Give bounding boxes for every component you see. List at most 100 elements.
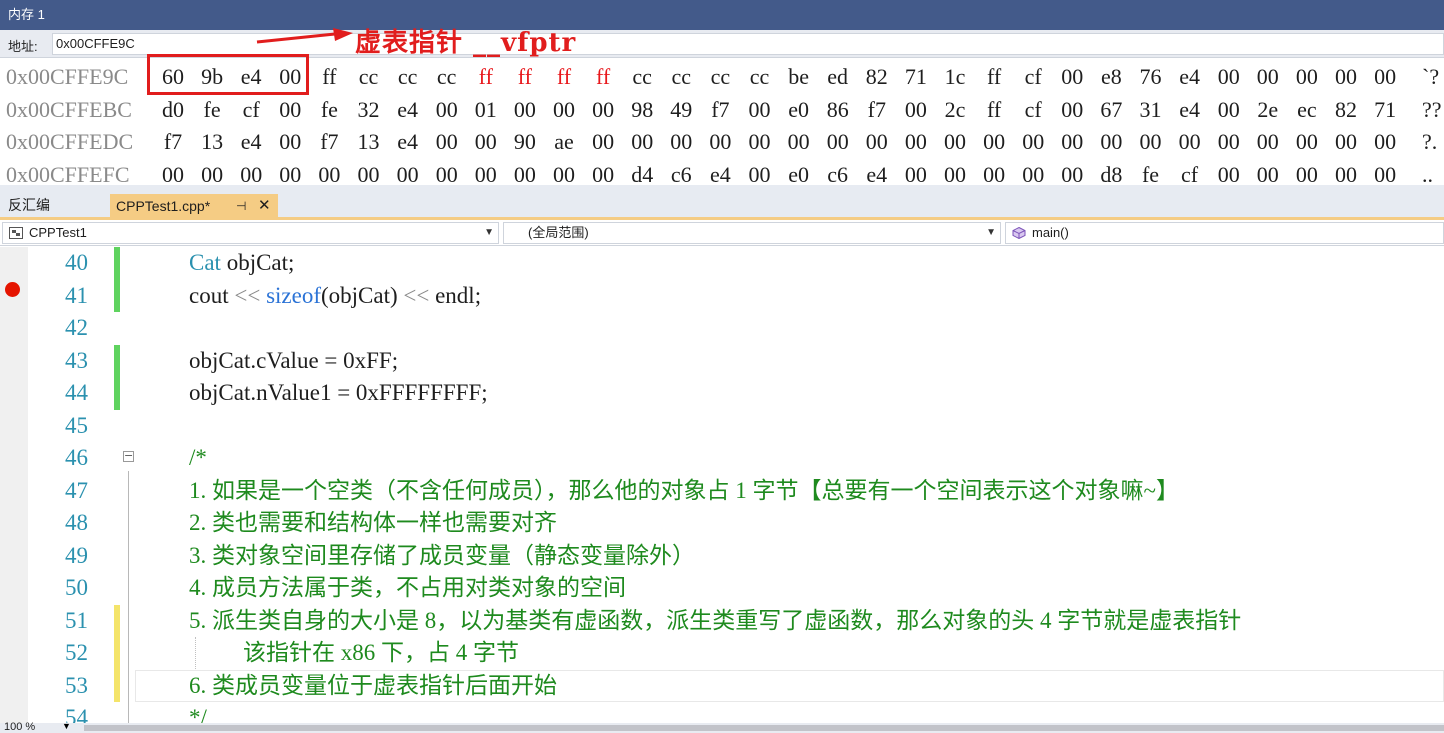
code-editor[interactable]: 40 Cat objCat; 41 cout << sizeof(objCat) <<… [0, 247, 1444, 723]
memory-byte[interactable]: 00 [820, 126, 856, 158]
memory-byte[interactable]: 00 [1328, 126, 1364, 158]
memory-byte[interactable]: 71 [1367, 94, 1403, 126]
memory-byte[interactable]: 00 [1133, 126, 1169, 158]
memory-byte[interactable]: e0 [781, 94, 817, 126]
memory-byte[interactable]: f7 [155, 126, 191, 158]
memory-byte[interactable]: fe [194, 94, 230, 126]
memory-byte[interactable]: 00 [1054, 94, 1090, 126]
memory-byte[interactable]: 00 [1054, 126, 1090, 158]
memory-byte[interactable]: 49 [663, 94, 699, 126]
project-dropdown[interactable]: CPPTest1 ▼ [2, 222, 499, 244]
memory-byte[interactable]: e4 [390, 126, 426, 158]
memory-byte[interactable]: ff [976, 94, 1012, 126]
memory-byte[interactable]: 1c [937, 61, 973, 93]
memory-byte[interactable]: 00 [1015, 126, 1051, 158]
memory-byte[interactable]: f7 [702, 94, 738, 126]
memory-byte[interactable]: ff [468, 61, 504, 93]
memory-byte[interactable]: 00 [1172, 126, 1208, 158]
memory-byte[interactable]: cf [233, 94, 269, 126]
scope-dropdown[interactable]: (全局范围) ▼ [503, 222, 1001, 244]
memory-byte[interactable]: 00 [585, 94, 621, 126]
memory-byte[interactable]: be [781, 61, 817, 93]
pin-icon[interactable]: ⊣ [236, 194, 246, 218]
memory-byte[interactable]: 00 [1015, 159, 1051, 186]
memory-byte[interactable]: 13 [194, 126, 230, 158]
memory-byte[interactable]: 00 [585, 159, 621, 186]
memory-byte[interactable]: 00 [507, 159, 543, 186]
memory-byte[interactable]: 00 [546, 94, 582, 126]
memory-byte[interactable]: cc [390, 61, 426, 93]
memory-byte[interactable]: 00 [1289, 126, 1325, 158]
memory-byte[interactable]: cc [624, 61, 660, 93]
memory-byte[interactable]: 00 [702, 126, 738, 158]
memory-byte[interactable]: cf [1015, 61, 1051, 93]
memory-byte[interactable]: 00 [663, 126, 699, 158]
memory-byte[interactable]: e8 [1093, 61, 1129, 93]
memory-byte[interactable]: 00 [585, 126, 621, 158]
memory-byte[interactable]: 00 [1250, 159, 1286, 186]
memory-byte[interactable]: 00 [507, 94, 543, 126]
memory-byte[interactable]: ed [820, 61, 856, 93]
memory-byte[interactable]: c6 [663, 159, 699, 186]
memory-byte[interactable]: ae [546, 126, 582, 158]
memory-byte[interactable]: 00 [155, 159, 191, 186]
memory-byte[interactable]: 86 [820, 94, 856, 126]
memory-byte[interactable]: 82 [1328, 94, 1364, 126]
memory-byte[interactable]: 00 [1367, 61, 1403, 93]
memory-byte[interactable]: cf [1015, 94, 1051, 126]
memory-byte[interactable]: e0 [781, 159, 817, 186]
memory-byte[interactable]: ec [1289, 94, 1325, 126]
memory-byte[interactable]: c6 [820, 159, 856, 186]
memory-byte[interactable]: ff [585, 61, 621, 93]
memory-byte[interactable]: 00 [272, 126, 308, 158]
memory-byte[interactable]: 00 [859, 126, 895, 158]
memory-byte[interactable]: d8 [1093, 159, 1129, 186]
memory-byte[interactable]: d4 [624, 159, 660, 186]
memory-byte[interactable]: ff [507, 61, 543, 93]
memory-byte[interactable]: 76 [1133, 61, 1169, 93]
memory-byte[interactable]: e4 [1172, 61, 1208, 93]
memory-byte[interactable]: cc [702, 61, 738, 93]
memory-byte[interactable]: 00 [742, 126, 778, 158]
memory-byte[interactable]: cc [663, 61, 699, 93]
memory-byte[interactable]: 00 [624, 126, 660, 158]
memory-byte[interactable]: 00 [1289, 61, 1325, 93]
memory-byte[interactable]: 82 [859, 61, 895, 93]
tab-disassembly[interactable]: 反汇编 [8, 193, 50, 217]
memory-byte[interactable]: 13 [351, 126, 387, 158]
memory-byte[interactable]: cc [742, 61, 778, 93]
memory-byte[interactable]: 00 [468, 126, 504, 158]
memory-byte[interactable]: 32 [351, 94, 387, 126]
memory-byte[interactable]: 2e [1250, 94, 1286, 126]
collapse-icon[interactable]: − [123, 450, 134, 462]
memory-byte[interactable]: 67 [1093, 94, 1129, 126]
memory-byte[interactable]: 71 [898, 61, 934, 93]
memory-byte[interactable]: cc [351, 61, 387, 93]
memory-byte[interactable]: cf [1172, 159, 1208, 186]
memory-byte[interactable]: 00 [1211, 126, 1247, 158]
memory-byte[interactable]: e4 [390, 94, 426, 126]
memory-byte[interactable]: 00 [742, 94, 778, 126]
memory-byte[interactable]: f7 [859, 94, 895, 126]
tab-cpptest1-cpp[interactable]: CPPTest1.cpp* ⊣ ✕ [110, 194, 278, 218]
memory-byte[interactable]: 00 [194, 159, 230, 186]
memory-byte[interactable]: 00 [1367, 126, 1403, 158]
memory-byte[interactable]: 00 [1093, 126, 1129, 158]
memory-byte[interactable]: fe [311, 94, 347, 126]
chevron-down-icon[interactable]: ▼ [62, 721, 71, 731]
memory-byte[interactable]: 00 [390, 159, 426, 186]
memory-byte[interactable]: 00 [429, 159, 465, 186]
memory-byte[interactable]: 00 [1289, 159, 1325, 186]
memory-byte[interactable]: 90 [507, 126, 543, 158]
memory-byte[interactable]: 00 [937, 126, 973, 158]
memory-byte[interactable]: 00 [311, 159, 347, 186]
memory-byte[interactable]: 00 [1250, 61, 1286, 93]
memory-byte[interactable]: 00 [233, 159, 269, 186]
memory-byte[interactable]: 00 [272, 159, 308, 186]
memory-byte[interactable]: ff [976, 61, 1012, 93]
memory-byte[interactable]: 00 [1054, 61, 1090, 93]
memory-byte[interactable]: 00 [351, 159, 387, 186]
memory-byte[interactable]: 01 [468, 94, 504, 126]
memory-byte[interactable]: 00 [781, 126, 817, 158]
close-icon[interactable]: ✕ [258, 194, 271, 218]
